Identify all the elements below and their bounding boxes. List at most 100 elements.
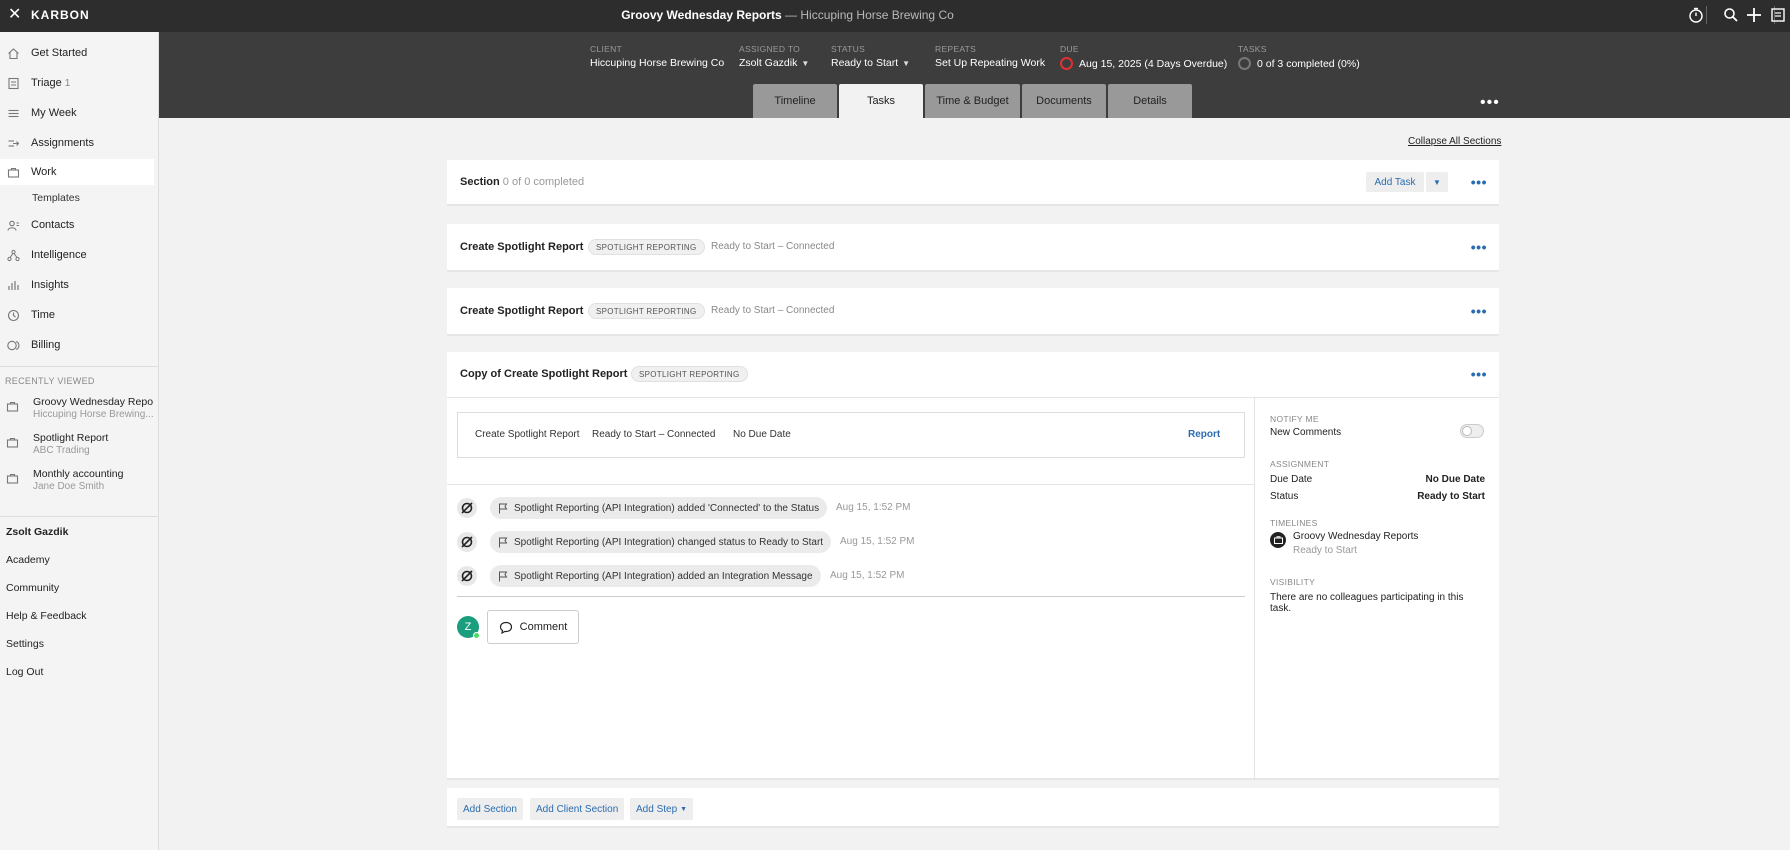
add-task-dropdown-button[interactable]: ▼	[1426, 172, 1448, 192]
sidebar-item-label: Insights	[31, 279, 69, 291]
comment-label: Comment	[519, 621, 568, 633]
sidebar-item-billing[interactable]: Billing	[0, 332, 154, 358]
sidebar: Get Started Triage 1 My Week Assignments…	[0, 32, 159, 850]
tab-documents[interactable]: Documents	[1022, 84, 1106, 118]
top-bar: ✕ KARBON Groovy Wednesday Reports — Hicc…	[0, 0, 1790, 32]
task-card[interactable]: Create Spotlight Report SPOTLIGHT REPORT…	[447, 224, 1499, 272]
recent-item[interactable]: Groovy Wednesday Repo... Hiccuping Horse…	[0, 396, 155, 426]
recent-title: Spotlight Report	[33, 432, 109, 444]
work-title: Groovy Wednesday Reports	[621, 8, 782, 22]
recent-item[interactable]: Monthly accounting Jane Doe Smith	[0, 468, 155, 498]
status-row[interactable]: Status Ready to Start	[1270, 491, 1485, 502]
divider	[447, 397, 1499, 398]
task-title: Create Spotlight Report	[460, 305, 584, 317]
sidebar-item-insights[interactable]: Insights	[0, 272, 154, 298]
activity-text: Spotlight Reporting (API Integration) ad…	[514, 570, 813, 582]
list-icon	[6, 106, 20, 120]
due-label: DUE	[1060, 44, 1079, 54]
sidebar-item-label: My Week	[31, 107, 77, 119]
tab-time-budget[interactable]: Time & Budget	[925, 84, 1020, 118]
sidebar-item-label: Intelligence	[31, 249, 87, 261]
tab-timeline[interactable]: Timeline	[753, 84, 837, 118]
task-more-icon[interactable]: •••	[1471, 240, 1487, 254]
log-out-link[interactable]: Log Out	[6, 666, 43, 678]
divider	[1706, 6, 1707, 24]
linked-task-due: No Due Date	[733, 429, 791, 440]
bar-chart-icon	[6, 278, 20, 292]
add-step-button[interactable]: Add Step ▼	[630, 798, 694, 820]
add-task-button[interactable]: Add Task	[1366, 172, 1424, 192]
contacts-icon	[6, 218, 20, 232]
work-header: CLIENT Hiccuping Horse Brewing Co ASSIGN…	[159, 32, 1790, 118]
sidebar-item-work[interactable]: Work	[0, 159, 154, 185]
avatar: Z	[457, 616, 480, 639]
report-link[interactable]: Report	[1188, 429, 1220, 440]
activity-time: Aug 15, 1:52 PM	[836, 502, 911, 513]
recent-item[interactable]: Spotlight Report ABC Trading	[0, 432, 155, 462]
sidebar-item-intelligence[interactable]: Intelligence	[0, 242, 154, 268]
comment-button[interactable]: Comment	[487, 610, 579, 644]
user-name-link[interactable]: Zsolt Gazdik	[6, 526, 68, 538]
settings-link[interactable]: Settings	[6, 638, 44, 650]
sidebar-item-assignments[interactable]: Assignments	[0, 130, 154, 156]
sidebar-item-templates[interactable]: Templates	[32, 192, 80, 204]
add-client-section-button[interactable]: Add Client Section	[530, 798, 625, 820]
client-meta[interactable]: CLIENT Hiccuping Horse Brewing Co	[590, 44, 724, 69]
task-more-icon[interactable]: •••	[1471, 367, 1487, 381]
tab-tasks[interactable]: Tasks	[839, 84, 923, 118]
due-date-row[interactable]: Due Date No Due Date	[1270, 474, 1485, 485]
activity-pill: Spotlight Reporting (API Integration) ad…	[490, 565, 821, 587]
activity-item: Spotlight Reporting (API Integration) ad…	[457, 496, 1247, 519]
progress-ring-icon	[1238, 57, 1251, 70]
task-card[interactable]: Create Spotlight Report SPOTLIGHT REPORT…	[447, 288, 1499, 336]
add-step-label: Add Step	[636, 803, 678, 815]
collapse-all-sections-link[interactable]: Collapse All Sections	[1408, 136, 1501, 147]
sidebar-item-contacts[interactable]: Contacts	[0, 212, 154, 238]
more-options-icon[interactable]: •••	[1480, 94, 1500, 112]
visibility-text: There are no colleagues participating in…	[1270, 592, 1464, 614]
tab-details[interactable]: Details	[1108, 84, 1192, 118]
repeats-value: Set Up Repeating Work	[935, 57, 1046, 69]
community-link[interactable]: Community	[6, 582, 59, 594]
linked-task-status: Ready to Start – Connected	[592, 429, 716, 440]
add-section-button[interactable]: Add Section	[457, 798, 523, 820]
search-icon[interactable]	[1722, 6, 1740, 24]
status-meta[interactable]: STATUS Ready to Start ▼	[831, 44, 910, 69]
chevron-down-icon: ▼	[801, 58, 810, 68]
new-comments-toggle[interactable]	[1460, 424, 1484, 438]
briefcase-icon	[6, 400, 19, 416]
sidebar-item-label: Assignments	[31, 137, 94, 149]
activity-pill: Spotlight Reporting (API Integration) ch…	[490, 531, 832, 553]
visibility-heading: VISIBILITY	[1270, 577, 1316, 587]
status-label: STATUS	[831, 44, 866, 54]
timeline-item[interactable]: Groovy Wednesday Reports Ready to Start	[1270, 531, 1485, 561]
repeats-meta[interactable]: REPEATS Set Up Repeating Work	[935, 44, 1045, 69]
clock-icon	[6, 308, 20, 322]
divider	[457, 596, 1245, 597]
tasks-label: TASKS	[1238, 44, 1267, 54]
help-feedback-link[interactable]: Help & Feedback	[6, 610, 87, 622]
assigned-meta[interactable]: ASSIGNED TO Zsolt Gazdik ▼	[739, 44, 809, 69]
task-more-icon[interactable]: •••	[1471, 304, 1487, 318]
timer-icon[interactable]	[1687, 6, 1705, 24]
panel-icon[interactable]	[1769, 6, 1787, 24]
briefcase-icon	[6, 165, 20, 179]
section-progress: 0 of 0 completed	[502, 176, 585, 188]
add-icon[interactable]	[1745, 6, 1763, 24]
section-more-icon[interactable]: •••	[1471, 175, 1487, 189]
recent-subtitle: Hiccuping Horse Brewing...	[33, 409, 153, 420]
divider	[447, 484, 1254, 485]
sidebar-item-time[interactable]: Time	[0, 302, 154, 328]
sidebar-item-my-week[interactable]: My Week	[0, 100, 154, 126]
academy-link[interactable]: Academy	[6, 554, 50, 566]
sidebar-item-get-started[interactable]: Get Started	[0, 40, 154, 66]
tasks-meta[interactable]: TASKS 0 of 3 completed (0%)	[1238, 44, 1360, 70]
activity-item: Spotlight Reporting (API Integration) ch…	[457, 530, 1247, 553]
sidebar-item-triage[interactable]: Triage 1	[0, 70, 154, 96]
sidebar-item-label: Time	[31, 309, 56, 321]
sidebar-item-label: Work	[31, 166, 57, 178]
due-meta[interactable]: DUE Aug 15, 2025 (4 Days Overdue)	[1060, 44, 1227, 70]
task-title: Copy of Create Spotlight Report	[460, 368, 628, 380]
triage-count: 1	[64, 77, 71, 89]
timeline-name: Groovy Wednesday Reports	[1293, 531, 1419, 542]
